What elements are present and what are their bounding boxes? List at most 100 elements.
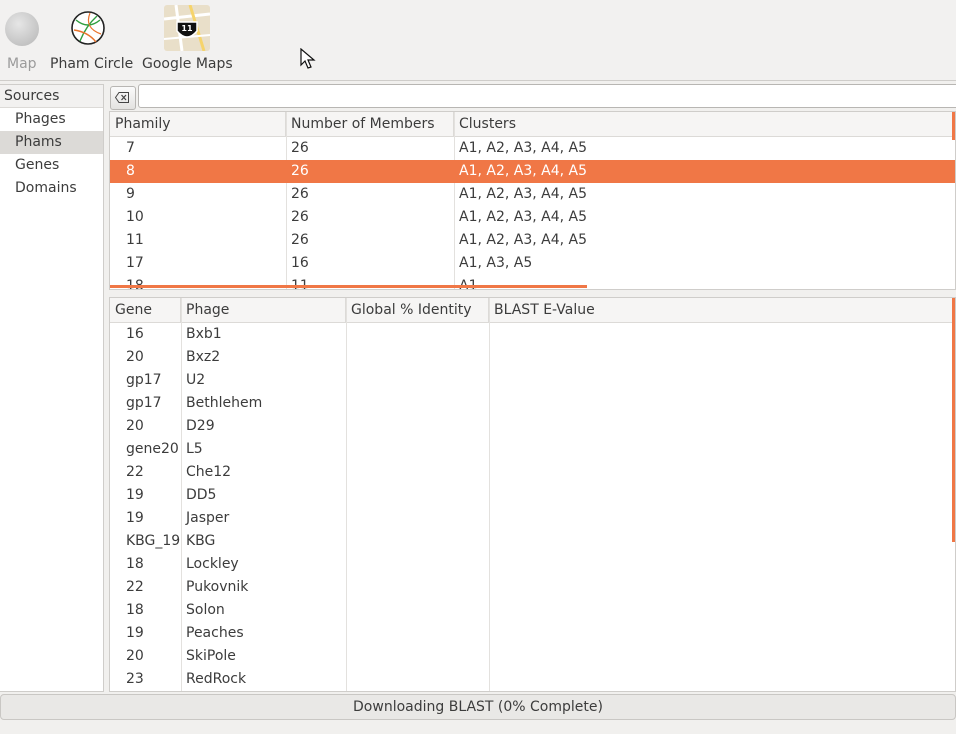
sources-item-phages[interactable]: Phages [0,108,103,131]
phage-cell: Bxz2 [186,349,221,365]
gene-cell: 16 [126,326,144,342]
pham-circle-tool-label: Pham Circle [50,56,134,72]
column-header-evalue[interactable]: BLAST E-Value [489,298,955,322]
table-row[interactable]: gene20 L5 [110,438,955,461]
table-row[interactable]: 9 26 A1, A2, A3, A4, A5 [110,183,955,206]
table-row[interactable]: 20 SkiPole [110,645,955,668]
phage-cell: SkiPole [186,648,236,664]
members-cell: 26 [291,163,309,179]
table-row[interactable]: 20 D29 [110,415,955,438]
sources-header: Sources [0,85,103,108]
table-row[interactable]: 8 26 A1, A2, A3, A4, A5 [110,160,955,183]
column-header-members[interactable]: Number of Members [286,112,454,136]
table-row[interactable]: KBG_19 KBG [110,530,955,553]
members-cell: 26 [291,209,309,225]
gene-cell: 20 [126,418,144,434]
phage-cell: Che12 [186,464,232,480]
phams-table-body: 7 26 A1, A2, A3, A4, A5 8 26 A1, A2, A3, A4, … [110,137,955,289]
column-header-clusters[interactable]: Clusters [454,112,955,136]
clear-icon [115,92,129,103]
clusters-cell: A1, A2, A3, A4, A5 [459,140,588,156]
table-row[interactable]: 18 Solon [110,599,955,622]
pham-circle-icon [71,11,105,45]
table-row[interactable]: gp17 Bethlehem [110,392,955,415]
clusters-cell: A1, A3, A5 [459,255,533,271]
phamily-cell: 8 [126,163,135,179]
column-header-phage[interactable]: Phage [181,298,346,322]
phamily-cell: 7 [126,140,135,156]
status-bar: Downloading BLAST (0% Complete) [0,694,956,720]
gene-cell: 19 [126,625,144,641]
phage-cell: Bxb1 [186,326,222,342]
phage-cell: U2 [186,372,206,388]
members-cell: 26 [291,186,309,202]
gene-cell: 18 [126,602,144,618]
mouse-pointer-icon [300,48,316,69]
clusters-cell: A1, A2, A3, A4, A5 [459,232,588,248]
clusters-cell: A1, A2, A3, A4, A5 [459,209,588,225]
google-maps-tool-label: Google Maps [142,56,233,72]
members-cell: 16 [291,255,309,271]
vertical-scrollbar[interactable] [952,112,955,140]
globe-icon [5,12,39,46]
sources-pane: Sources Phages Phams Genes Domains [0,84,104,692]
genes-table-body: 16 Bxb1 20 Bxz2 gp17 U2 gp17 Bethlehem 20 D29 gene… [110,323,955,691]
sources-item-genes[interactable]: Genes [0,154,103,177]
route-shield-number: 11 [181,24,193,33]
phage-cell: D29 [186,418,215,434]
phage-cell: Bethlehem [186,395,263,411]
phamily-cell: 17 [126,255,144,271]
phamily-cell: 9 [126,186,135,202]
table-row[interactable]: 23 RedRock [110,668,955,691]
table-row[interactable]: 16 Bxb1 [110,323,955,346]
phage-cell: Pukovnik [186,579,249,595]
table-row[interactable]: 11 26 A1, A2, A3, A4, A5 [110,229,955,252]
phams-table-header: Phamily Number of Members Clusters [110,112,955,137]
table-row[interactable]: 17 16 A1, A3, A5 [110,252,955,275]
table-row[interactable]: 22 Che12 [110,461,955,484]
phamily-cell: 10 [126,209,144,225]
toolbar: Map Pham Circle 11 Google Maps [0,0,956,81]
table-row[interactable]: 20 Bxz2 [110,346,955,369]
members-cell: 26 [291,232,309,248]
gene-cell: 20 [126,349,144,365]
phage-cell: DD5 [186,487,217,503]
table-row[interactable]: 7 26 A1, A2, A3, A4, A5 [110,137,955,160]
phams-table: Phamily Number of Members Clusters 7 26 A1… [109,111,956,290]
clusters-cell: A1, A2, A3, A4, A5 [459,163,588,179]
phage-cell: Peaches [186,625,244,641]
table-row[interactable]: 18 Lockley [110,553,955,576]
google-maps-icon: 11 [164,5,210,51]
vertical-scrollbar[interactable] [952,298,955,542]
gene-cell: 22 [126,579,144,595]
genes-table-header: Gene Phage Global % Identity BLAST E-Val… [110,298,955,323]
gene-cell: 22 [126,464,144,480]
table-row[interactable]: gp17 U2 [110,369,955,392]
table-row[interactable]: 19 DD5 [110,484,955,507]
gene-cell: gene20 [126,441,179,457]
table-row[interactable]: 10 26 A1, A2, A3, A4, A5 [110,206,955,229]
phage-cell: Lockley [186,556,239,572]
sources-item-domains[interactable]: Domains [0,177,103,200]
gene-cell: 20 [126,648,144,664]
map-tool-label: Map [7,56,37,72]
table-row[interactable]: 19 Peaches [110,622,955,645]
gene-cell: gp17 [126,372,162,388]
clusters-cell: A1, A2, A3, A4, A5 [459,186,588,202]
genes-table: Gene Phage Global % Identity BLAST E-Val… [109,297,956,692]
column-header-phamily[interactable]: Phamily [110,112,286,136]
search-input[interactable] [138,84,956,108]
phage-cell: Jasper [186,510,230,526]
gene-cell: gp17 [126,395,162,411]
phage-cell: L5 [186,441,203,457]
members-cell: 26 [291,140,309,156]
clear-search-button[interactable] [110,86,136,110]
horizontal-scrollbar[interactable] [110,285,587,288]
sources-item-phams[interactable]: Phams [0,131,103,154]
table-row[interactable]: 22 Pukovnik [110,576,955,599]
column-header-identity[interactable]: Global % Identity [346,298,489,322]
phamily-cell: 11 [126,232,144,248]
column-header-gene[interactable]: Gene [110,298,181,322]
gene-cell: 18 [126,556,144,572]
table-row[interactable]: 19 Jasper [110,507,955,530]
